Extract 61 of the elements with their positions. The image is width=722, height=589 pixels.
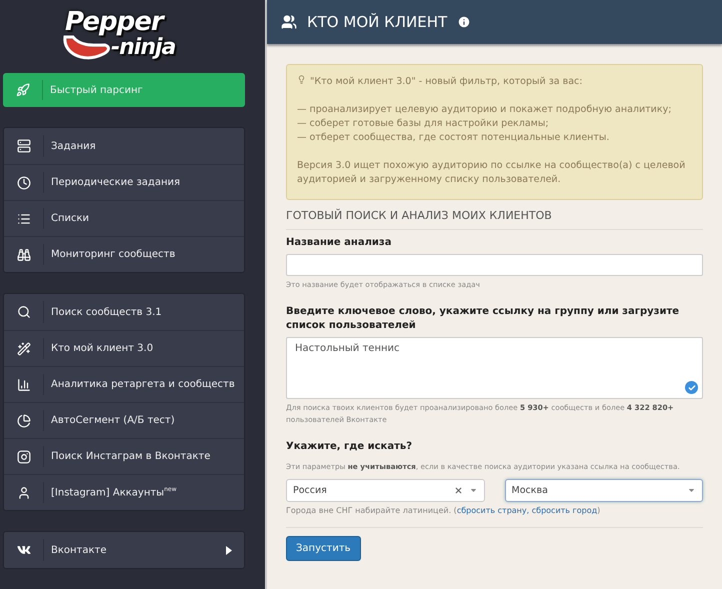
binoculars-icon <box>16 248 30 262</box>
field-label: Введите ключевое слово, укажите ссылку на группу или загрузите список пользователей <box>286 305 680 333</box>
sidebar-item[interactable]: Поиск сообществ 3.1 <box>4 294 244 330</box>
page-title: КТО МОЙ КЛИЕНТ <box>307 13 448 31</box>
magic-wand-icon <box>16 342 30 356</box>
item-label: [Instagram] Аккаунты$^{new}$ <box>51 486 178 499</box>
item-label: Периодические задания <box>51 177 182 188</box>
item-label: Аналитика ретаргета и сообществ <box>51 379 236 390</box>
sidebar-item[interactable]: Мониторинг сообществ <box>4 236 244 272</box>
lightbulb-icon <box>297 75 306 84</box>
item-label: Мониторинг сообществ <box>51 249 176 260</box>
hint-text: Города вне СНГ набирайте латиницей. (сбросить страну, сбросить город) <box>286 505 602 517</box>
item-label: Поиск Инстаграм в Вконтакте <box>51 451 212 462</box>
clock-icon <box>16 176 30 190</box>
bar-chart-icon <box>16 378 30 392</box>
notice-text: — отберет сообщества, где состоят потенциальные клиенты. <box>297 131 610 145</box>
reset-link[interactable]: сбросить город <box>532 506 598 515</box>
sidebar-item[interactable]: Кто мой клиент 3.0 <box>4 330 244 366</box>
sidebar-item[interactable]: Задания <box>4 128 244 164</box>
sidebar-item[interactable]: Периодические задания <box>4 164 244 200</box>
item-label: Вконтакте <box>51 544 108 556</box>
item-label: Поиск сообществ 3.1 <box>51 306 163 318</box>
section-title: ГОТОВЫЙ ПОИСК И АНАЛИЗ МОИХ КЛИЕНТОВ <box>286 209 703 230</box>
reset-link[interactable]: сбросить страну <box>456 506 527 515</box>
item-label: Быстрый парсинг <box>50 84 144 96</box>
sidebar-item[interactable]: Списки <box>4 200 244 236</box>
sidebar-item[interactable]: Вконтакте <box>4 532 244 568</box>
field-label: Название анализа <box>286 236 392 250</box>
notice-text: "Кто мой клиент 3.0" - новый фильтр, который за вас: <box>297 75 692 89</box>
input-field[interactable] <box>286 254 703 276</box>
select-field[interactable]: Москва <box>504 479 703 502</box>
item-label: Задания <box>51 140 97 152</box>
run-button[interactable]: Запустить <box>286 536 361 561</box>
vk-icon <box>16 543 30 557</box>
item-label: АвтоСегмент (А/Б тест) <box>51 415 176 426</box>
notice-text: — проанализирует целевую аудиторию и покажет подробную аналитику; <box>297 103 672 117</box>
item-label: Списки <box>51 213 90 224</box>
sidebar-item[interactable]: Поиск Инстаграм в Вконтакте <box>4 438 244 474</box>
text-area[interactable]: Настольный теннис <box>286 337 703 399</box>
search-icon <box>16 305 30 319</box>
field-label: Укажите, где искать? <box>286 440 414 454</box>
sidebar-item[interactable]: [Instagram] Аккаунты$^{new}$ <box>4 474 244 510</box>
rocket-icon <box>16 82 30 97</box>
pie-chart-icon <box>16 414 30 428</box>
user-icon <box>16 486 30 500</box>
logo-text: -ninja <box>111 34 176 60</box>
logo-text: Pepper <box>65 6 163 36</box>
list-icon <box>16 212 30 226</box>
item-label: Кто мой клиент 3.0 <box>51 343 154 354</box>
sidebar-item[interactable]: Аналитика ретаргета и сообществ <box>4 366 244 402</box>
sidebar-item[interactable]: АвтоСегмент (А/Б тест) <box>4 402 244 438</box>
instagram-icon <box>16 450 30 464</box>
info-icon[interactable] <box>457 15 472 29</box>
clear-icon[interactable] <box>454 486 462 495</box>
caret-icon <box>687 486 696 495</box>
notice-text: Версия 3.0 ищет похожую аудиторию по ссылке на сообщество(а) с целевой аудиторией и загруженному списку пользователей. <box>297 159 686 187</box>
select-field[interactable]: Россия <box>286 479 484 502</box>
notice-text: — соберет готовые базы для настройки рекламы; <box>297 117 550 131</box>
users-icon <box>281 14 297 30</box>
caret-icon <box>468 486 478 495</box>
server-icon <box>16 139 30 153</box>
